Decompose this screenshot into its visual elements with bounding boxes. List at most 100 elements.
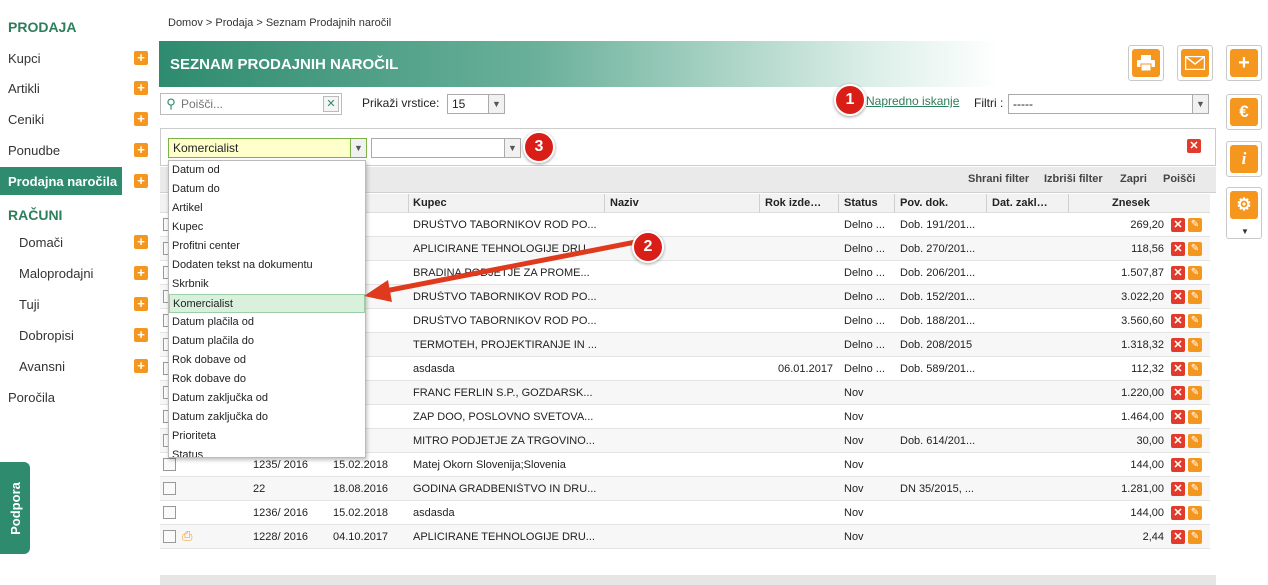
table-row[interactable]: 22 18.08.2016 GODINA GRADBENIŠTVO IN DRU..… <box>160 477 1210 501</box>
dropdown-option[interactable]: Rok dobave do <box>169 370 365 389</box>
sidebar-item-porocila[interactable]: Poročila <box>0 383 155 411</box>
currency-button[interactable]: € <box>1226 94 1262 130</box>
printer-icon[interactable]: ⎙ <box>182 528 192 544</box>
sidebar-item-maloprodajni[interactable]: Maloprodajni + <box>0 259 155 287</box>
delete-row-icon[interactable]: ✕ <box>1171 434 1185 448</box>
delete-row-icon[interactable]: ✕ <box>1171 314 1185 328</box>
filter-value-select[interactable]: ▼ <box>371 138 521 158</box>
dropdown-option[interactable]: Komercialist <box>169 294 365 313</box>
delete-row-icon[interactable]: ✕ <box>1171 458 1185 472</box>
sidebar-item-prodajna-narocila[interactable]: Prodajna naročila <box>0 167 122 195</box>
dropdown-option[interactable]: Prioriteta <box>169 427 365 446</box>
sidebar-item-domaci[interactable]: Domači + <box>0 228 155 256</box>
delete-row-icon[interactable]: ✕ <box>1171 218 1185 232</box>
dropdown-option[interactable]: Datum zaključka od <box>169 389 365 408</box>
row-checkbox[interactable] <box>163 458 176 471</box>
clear-search-icon[interactable]: ✕ <box>323 96 339 112</box>
sidebar-heading-invoices: RAČUNI <box>8 207 63 223</box>
add-icon[interactable]: + <box>134 266 148 280</box>
edit-row-icon[interactable]: ✎ <box>1188 314 1202 328</box>
delete-row-icon[interactable]: ✕ <box>1171 266 1185 280</box>
sidebar-item-artikli[interactable]: Artikli + <box>0 74 155 102</box>
delete-row-icon[interactable]: ✕ <box>1171 290 1185 304</box>
add-icon[interactable]: + <box>134 328 148 342</box>
edit-row-icon[interactable]: ✎ <box>1188 530 1202 544</box>
edit-row-icon[interactable]: ✎ <box>1188 410 1202 424</box>
column-header-naziv[interactable]: Naziv <box>610 197 639 209</box>
column-header-dat-zakl[interactable]: Dat. zakl… <box>992 197 1048 209</box>
edit-row-icon[interactable]: ✎ <box>1188 458 1202 472</box>
sidebar-item-ceniki[interactable]: Ceniki + <box>0 105 155 133</box>
edit-row-icon[interactable]: ✎ <box>1188 338 1202 352</box>
delete-row-icon[interactable]: ✕ <box>1171 410 1185 424</box>
remove-filter-icon[interactable]: ✕ <box>1187 139 1201 153</box>
table-row[interactable]: ⎙ 1228/ 2016 04.10.2017 APLICIRANE TEHNOLOG… <box>160 525 1210 549</box>
dropdown-option[interactable]: Kupec <box>169 218 365 237</box>
dropdown-option[interactable]: Skrbnik <box>169 275 365 294</box>
delete-row-icon[interactable]: ✕ <box>1171 242 1185 256</box>
sidebar-item-dobropisi[interactable]: Dobropisi + <box>0 321 155 349</box>
delete-row-icon[interactable]: ✕ <box>1171 506 1185 520</box>
support-tab[interactable]: Podpora <box>0 462 30 554</box>
row-checkbox[interactable] <box>163 530 176 543</box>
dropdown-option[interactable]: Artikel <box>169 199 365 218</box>
delete-row-icon[interactable]: ✕ <box>1171 338 1185 352</box>
column-header-status[interactable]: Status <box>844 197 878 209</box>
filter-field-select[interactable]: Komercialist ▼ <box>168 138 367 158</box>
row-checkbox[interactable] <box>163 482 176 495</box>
dropdown-option[interactable]: Datum plačila od <box>169 313 365 332</box>
save-filter-button[interactable]: Shrani filter <box>968 173 1029 185</box>
delete-filter-button[interactable]: Izbriši filter <box>1044 173 1103 185</box>
rows-select[interactable]: 15 ▼ <box>447 94 505 114</box>
add-icon[interactable]: + <box>134 112 148 126</box>
add-icon[interactable]: + <box>134 143 148 157</box>
edit-row-icon[interactable]: ✎ <box>1188 266 1202 280</box>
dropdown-option[interactable]: Datum plačila do <box>169 332 365 351</box>
delete-row-icon[interactable]: ✕ <box>1171 530 1185 544</box>
close-filter-button[interactable]: Zapri <box>1120 173 1147 185</box>
dropdown-option[interactable]: Datum do <box>169 180 365 199</box>
edit-row-icon[interactable]: ✎ <box>1188 362 1202 376</box>
column-header-znesek[interactable]: Znesek <box>1112 197 1150 209</box>
sidebar-item-ponudbe[interactable]: Ponudbe + <box>0 136 155 164</box>
edit-row-icon[interactable]: ✎ <box>1188 386 1202 400</box>
add-button[interactable]: + <box>1226 45 1262 81</box>
delete-row-icon[interactable]: ✕ <box>1171 482 1185 496</box>
edit-row-icon[interactable]: ✎ <box>1188 506 1202 520</box>
column-header-rok[interactable]: Rok izde… <box>765 197 821 209</box>
column-header-pov-dok[interactable]: Pov. dok. <box>900 197 948 209</box>
dropdown-option[interactable]: Profitni center <box>169 237 365 256</box>
sidebar-item-avansni[interactable]: Avansni + <box>0 352 155 380</box>
add-icon[interactable]: + <box>134 359 148 373</box>
add-icon[interactable]: + <box>134 297 148 311</box>
search-input[interactable] <box>181 97 311 111</box>
add-icon[interactable]: + <box>134 174 148 188</box>
advanced-search-link[interactable]: Napredno iskanje <box>866 94 959 108</box>
dropdown-option[interactable]: Datum od <box>169 161 365 180</box>
sidebar-item-tuji[interactable]: Tuji + <box>0 290 155 318</box>
email-button[interactable] <box>1177 45 1213 81</box>
add-icon[interactable]: + <box>134 81 148 95</box>
edit-row-icon[interactable]: ✎ <box>1188 482 1202 496</box>
sidebar-item-kupci[interactable]: Kupci + <box>0 44 155 72</box>
delete-row-icon[interactable]: ✕ <box>1171 386 1185 400</box>
table-row[interactable]: 1236/ 2016 15.02.2018 asdasda Nov 144,00 ✕ ✎ <box>160 501 1210 525</box>
add-icon[interactable]: + <box>134 51 148 65</box>
print-button[interactable] <box>1128 45 1164 81</box>
settings-button[interactable]: ⚙ ▼ <box>1226 187 1262 239</box>
dropdown-option[interactable]: Status <box>169 446 365 457</box>
edit-row-icon[interactable]: ✎ <box>1188 434 1202 448</box>
info-button[interactable]: i <box>1226 141 1262 177</box>
filters-select[interactable]: ----- ▼ <box>1008 94 1209 114</box>
dropdown-option[interactable]: Datum zaključka do <box>169 408 365 427</box>
column-header-kupec[interactable]: Kupec <box>413 197 447 209</box>
delete-row-icon[interactable]: ✕ <box>1171 362 1185 376</box>
edit-row-icon[interactable]: ✎ <box>1188 242 1202 256</box>
add-icon[interactable]: + <box>134 235 148 249</box>
edit-row-icon[interactable]: ✎ <box>1188 218 1202 232</box>
dropdown-option[interactable]: Rok dobave od <box>169 351 365 370</box>
edit-row-icon[interactable]: ✎ <box>1188 290 1202 304</box>
dropdown-option[interactable]: Dodaten tekst na dokumentu <box>169 256 365 275</box>
apply-filter-button[interactable]: Poišči <box>1163 173 1195 185</box>
row-checkbox[interactable] <box>163 506 176 519</box>
